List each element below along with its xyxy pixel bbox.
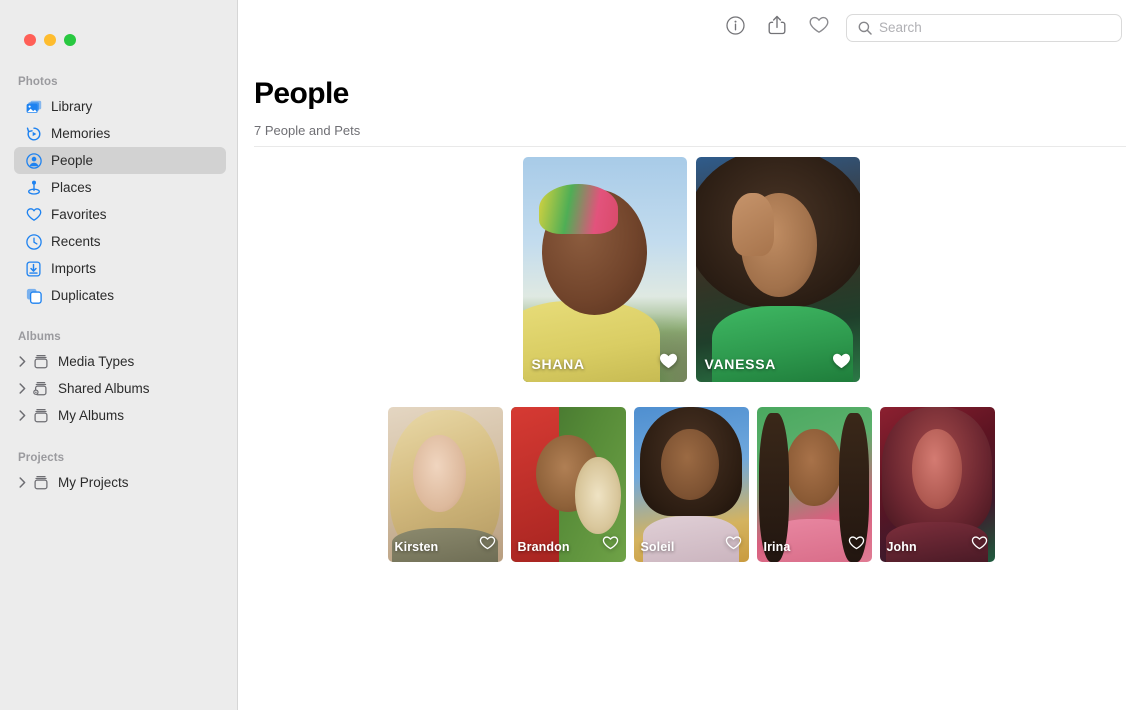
person-card[interactable]: VANESSA xyxy=(696,157,860,382)
search-field[interactable] xyxy=(846,14,1122,42)
search-input[interactable] xyxy=(879,20,1113,35)
person-card[interactable]: Irina xyxy=(757,407,872,562)
sidebar-item-label: Shared Albums xyxy=(58,382,150,396)
sidebar-item-duplicates[interactable]: Duplicates xyxy=(14,282,226,309)
person-name: Brandon xyxy=(518,540,570,554)
featured-people-grid: SHANA VANESSA xyxy=(238,157,1144,382)
person-card[interactable]: Kirsten xyxy=(388,407,503,562)
people-icon xyxy=(25,152,42,169)
person-name: VANESSA xyxy=(705,356,777,372)
chevron-right-icon[interactable] xyxy=(14,383,31,394)
album-icon xyxy=(32,353,49,370)
favorite-heart-filled-icon[interactable] xyxy=(832,352,851,374)
person-card[interactable]: John xyxy=(880,407,995,562)
sidebar-section-projects-header: Projects xyxy=(0,447,237,469)
sidebar-item-label: Media Types xyxy=(58,355,134,369)
people-grid: Kirsten Brandon xyxy=(238,407,1144,562)
page-title: People xyxy=(238,55,1144,111)
sidebar-item-library[interactable]: Library xyxy=(14,93,226,120)
sidebar: Photos Library xyxy=(0,0,238,710)
sidebar-item-label: Memories xyxy=(51,127,110,141)
person-name: Kirsten xyxy=(395,540,439,554)
favorite-heart-outline-icon[interactable] xyxy=(725,535,742,555)
chevron-right-icon[interactable] xyxy=(14,477,31,488)
album-icon xyxy=(32,474,49,491)
favorite-heart-outline-icon[interactable] xyxy=(479,535,496,555)
person-name: John xyxy=(887,540,917,554)
sidebar-list-albums: Media Types Shared xyxy=(0,348,237,429)
sidebar-item-recents[interactable]: Recents xyxy=(14,228,226,255)
sidebar-item-shared-albums[interactable]: Shared Albums xyxy=(14,375,226,402)
sidebar-item-label: Library xyxy=(51,100,92,114)
sidebar-item-imports[interactable]: Imports xyxy=(14,255,226,282)
sidebar-list-photos: Library Memories xyxy=(0,93,237,309)
favorite-heart-outline-icon[interactable] xyxy=(848,535,865,555)
sidebar-item-places[interactable]: Places xyxy=(14,174,226,201)
person-card[interactable]: Soleil xyxy=(634,407,749,562)
heart-outline-icon xyxy=(25,206,42,223)
sidebar-item-memories[interactable]: Memories xyxy=(14,120,226,147)
sidebar-item-people[interactable]: People xyxy=(14,147,226,174)
sidebar-item-my-projects[interactable]: My Projects xyxy=(14,469,226,496)
favorite-button[interactable] xyxy=(798,11,840,45)
sidebar-item-label: Favorites xyxy=(51,208,107,222)
person-card[interactable]: Brandon xyxy=(511,407,626,562)
favorite-heart-outline-icon[interactable] xyxy=(971,535,988,555)
sidebar-list-projects: My Projects xyxy=(0,469,237,496)
album-icon xyxy=(32,407,49,424)
sidebar-item-label: Places xyxy=(51,181,92,195)
minimize-button[interactable] xyxy=(44,34,56,46)
sidebar-section-photos-header: Photos xyxy=(0,71,237,93)
favorite-heart-filled-icon[interactable] xyxy=(659,352,678,374)
header-divider xyxy=(254,146,1126,147)
zoom-button[interactable] xyxy=(64,34,76,46)
library-icon xyxy=(25,98,42,115)
shared-album-icon xyxy=(32,380,49,397)
person-photo xyxy=(696,157,860,382)
clock-icon xyxy=(25,233,42,250)
sidebar-section-albums-header: Albums xyxy=(0,326,237,348)
sidebar-item-my-albums[interactable]: My Albums xyxy=(14,402,226,429)
info-circle-icon xyxy=(726,16,745,40)
sidebar-item-label: Duplicates xyxy=(51,289,114,303)
favorite-heart-outline-icon[interactable] xyxy=(602,535,619,555)
info-button[interactable] xyxy=(714,11,756,45)
memories-icon xyxy=(25,125,42,142)
share-button[interactable] xyxy=(756,11,798,45)
page-subtitle: 7 People and Pets xyxy=(238,111,1144,138)
main-content: People 7 People and Pets SHANA xyxy=(238,0,1144,710)
heart-outline-icon xyxy=(809,16,829,39)
chevron-right-icon[interactable] xyxy=(14,410,31,421)
toolbar xyxy=(238,0,1144,55)
person-card[interactable]: SHANA xyxy=(523,157,687,382)
search-icon xyxy=(858,21,872,35)
close-button[interactable] xyxy=(24,34,36,46)
sidebar-item-label: Imports xyxy=(51,262,96,276)
sidebar-item-label: Recents xyxy=(51,235,101,249)
sidebar-item-favorites[interactable]: Favorites xyxy=(14,201,226,228)
sidebar-item-label: My Albums xyxy=(58,409,124,423)
sidebar-item-label: My Projects xyxy=(58,476,129,490)
sidebar-item-label: People xyxy=(51,154,93,168)
person-name: Irina xyxy=(764,540,791,554)
chevron-right-icon[interactable] xyxy=(14,356,31,367)
person-name: SHANA xyxy=(532,356,585,372)
person-photo xyxy=(523,157,687,382)
photos-app-window: Photos Library xyxy=(0,0,1144,710)
import-icon xyxy=(25,260,42,277)
places-pin-icon xyxy=(25,179,42,196)
share-icon xyxy=(768,15,786,40)
person-name: Soleil xyxy=(641,540,675,554)
duplicates-icon xyxy=(25,287,42,304)
sidebar-item-media-types[interactable]: Media Types xyxy=(14,348,226,375)
window-controls xyxy=(0,0,237,55)
